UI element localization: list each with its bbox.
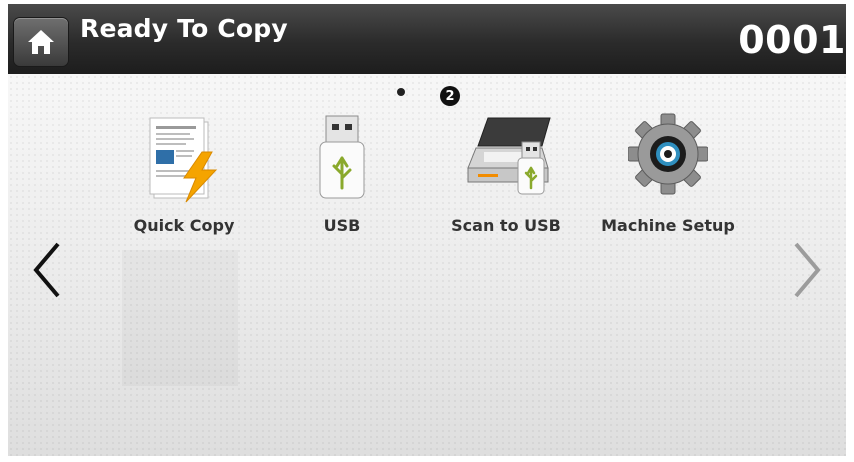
home-content: 2 Quick Copy USB Scan to USB Machine Set… — [8, 74, 846, 456]
page-title: Ready To Copy — [80, 14, 288, 43]
home-icon — [28, 30, 54, 54]
top-bar: Ready To Copy 0001 — [8, 4, 846, 74]
machine-setup-label: Machine Setup — [601, 216, 735, 235]
page-dot-1[interactable] — [397, 88, 405, 96]
quick-copy-label: Quick Copy — [133, 216, 235, 235]
previous-page-button[interactable] — [28, 240, 68, 300]
chevron-left-icon — [33, 242, 60, 298]
selection-highlight — [122, 250, 238, 386]
quick-copy-button[interactable]: Quick Copy — [114, 112, 254, 252]
printer-screen: Ready To Copy 0001 2 Quick Copy USB Scan… — [8, 4, 846, 456]
next-page-button[interactable] — [786, 240, 826, 300]
usb-button[interactable]: USB — [272, 112, 412, 252]
chevron-right-icon — [794, 242, 821, 298]
machine-setup-button[interactable]: Machine Setup — [598, 112, 738, 252]
page-indicator-current[interactable]: 2 — [440, 86, 460, 106]
scan-to-usb-icon — [467, 117, 551, 195]
copy-counter: 0001 — [738, 18, 846, 62]
scan-to-usb-button[interactable]: Scan to USB — [436, 112, 576, 252]
quick-copy-icon — [149, 117, 218, 203]
home-button[interactable] — [14, 18, 68, 66]
usb-icon — [319, 115, 365, 199]
machine-setup-icon — [628, 113, 708, 195]
scan-to-usb-label: Scan to USB — [451, 216, 561, 235]
usb-label: USB — [323, 216, 361, 235]
